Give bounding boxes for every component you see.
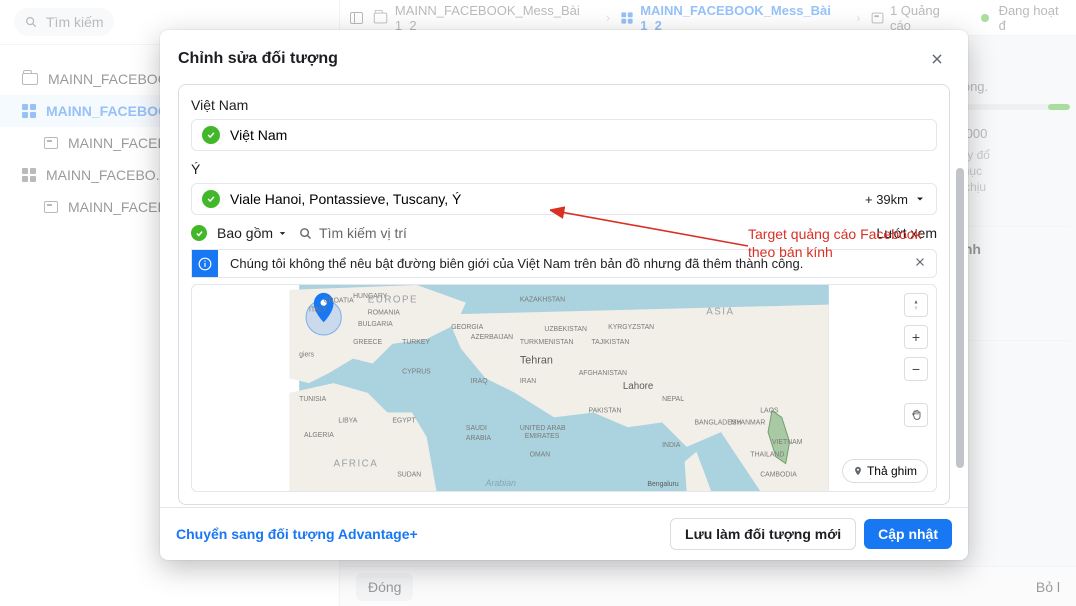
include-dropdown[interactable]: Bao gồm	[217, 225, 288, 241]
location-block: Việt Nam Việt Nam Ý Viale Hanoi, Pontass…	[178, 84, 950, 505]
map-navigate-button[interactable]	[904, 403, 928, 427]
svg-text:ALGERIA: ALGERIA	[304, 432, 334, 439]
map[interactable]: EUROPE ASIA AFRICA Tehran Lahore ITALY C…	[191, 284, 937, 492]
svg-text:IRAQ: IRAQ	[471, 378, 488, 385]
svg-text:TURKEY: TURKEY	[402, 339, 430, 346]
edit-audience-modal: Chỉnh sửa đối tượng Việt Nam Việt Nam Ý …	[160, 30, 968, 560]
search-icon	[298, 226, 313, 241]
svg-text:SAUDI: SAUDI	[466, 425, 487, 432]
check-icon	[202, 126, 220, 144]
svg-text:Arabian: Arabian	[485, 478, 516, 488]
map-zoom-in-button[interactable]: +	[904, 325, 928, 349]
svg-text:CAMBODIA: CAMBODIA	[760, 471, 797, 478]
svg-text:PAKISTAN: PAKISTAN	[589, 408, 622, 415]
map-canvas: EUROPE ASIA AFRICA Tehran Lahore ITALY C…	[192, 285, 936, 491]
check-icon	[191, 225, 207, 241]
svg-text:IRAN: IRAN	[520, 378, 536, 385]
location-group-it: Ý	[191, 161, 937, 177]
map-zoom-out-button[interactable]: −	[904, 357, 928, 381]
check-icon	[202, 190, 220, 208]
svg-text:VIETNAM: VIETNAM	[772, 439, 803, 446]
svg-text:GREECE: GREECE	[353, 339, 382, 346]
svg-text:TUNISIA: TUNISIA	[299, 396, 326, 403]
svg-text:ROMANIA: ROMANIA	[368, 309, 400, 316]
svg-text:giers: giers	[299, 352, 314, 359]
chevron-down-icon	[914, 193, 926, 205]
svg-text:TURKMENISTAN: TURKMENISTAN	[520, 339, 574, 346]
svg-text:ITALY: ITALY	[309, 306, 327, 313]
close-icon	[930, 52, 944, 66]
update-button[interactable]: Cập nhật	[864, 519, 952, 549]
advantage-plus-link[interactable]: Chuyển sang đối tượng Advantage+	[176, 526, 418, 542]
location-search-input[interactable]: Tìm kiếm vị trí	[298, 225, 407, 241]
svg-text:UNITED ARAB: UNITED ARAB	[520, 425, 566, 432]
svg-text:SUDAN: SUDAN	[397, 471, 421, 478]
hand-icon	[910, 409, 922, 421]
svg-text:EGYPT: EGYPT	[392, 417, 416, 424]
svg-text:KAZAKHSTAN: KAZAKHSTAN	[520, 297, 565, 304]
svg-text:HUNGARY: HUNGARY	[353, 293, 388, 300]
location-pill-vn[interactable]: Việt Nam	[191, 119, 937, 151]
radius-selector[interactable]: + 39km	[865, 192, 926, 207]
svg-text:Lahore: Lahore	[623, 381, 654, 392]
svg-text:LIBYA: LIBYA	[338, 417, 357, 424]
svg-text:ARABIA: ARABIA	[466, 435, 492, 442]
svg-text:THAILAND: THAILAND	[750, 452, 784, 459]
scrollbar-thumb[interactable]	[956, 168, 964, 468]
svg-text:BULGARIA: BULGARIA	[358, 321, 393, 328]
svg-text:AFGHANISTAN: AFGHANISTAN	[579, 370, 627, 377]
svg-text:Tehran: Tehran	[520, 354, 553, 366]
svg-text:AFRICA: AFRICA	[333, 458, 378, 469]
svg-text:MYANMAR: MYANMAR	[731, 419, 766, 426]
svg-text:NEPAL: NEPAL	[662, 396, 684, 403]
compass-icon	[910, 299, 922, 311]
info-icon	[198, 257, 212, 271]
svg-text:INDIA: INDIA	[662, 442, 681, 449]
svg-text:AZERBAIJAN: AZERBAIJAN	[471, 334, 513, 341]
svg-text:KYRGYZSTAN: KYRGYZSTAN	[608, 324, 654, 331]
modal-close-button[interactable]	[924, 46, 950, 72]
save-as-new-button[interactable]: Lưu làm đối tượng mới	[670, 518, 856, 550]
location-pill-it[interactable]: Viale Hanoi, Pontassieve, Tuscany, Ý + 3…	[191, 183, 937, 215]
pin-icon	[853, 465, 863, 477]
location-group-vn: Việt Nam	[191, 97, 937, 113]
svg-text:LAOS: LAOS	[760, 408, 779, 415]
annotation-text: Target quảng cáo Facebook theo bán kính	[748, 226, 922, 261]
svg-text:CROATIA: CROATIA	[324, 298, 354, 305]
modal-title: Chỉnh sửa đối tượng	[178, 50, 338, 68]
drop-pin-button[interactable]: Thả ghim	[842, 459, 928, 483]
chevron-down-icon	[277, 228, 288, 239]
svg-text:Bengaluru: Bengaluru	[647, 481, 678, 488]
svg-text:CYPRUS: CYPRUS	[402, 368, 431, 375]
svg-text:EMIRATES: EMIRATES	[525, 433, 560, 440]
svg-text:ASIA: ASIA	[706, 306, 734, 317]
map-reset-button[interactable]	[904, 293, 928, 317]
svg-text:OMAN: OMAN	[530, 452, 551, 459]
svg-text:GEORGIA: GEORGIA	[451, 324, 483, 331]
svg-text:UZBEKISTAN: UZBEKISTAN	[544, 326, 587, 333]
svg-text:TAJIKISTAN: TAJIKISTAN	[591, 339, 629, 346]
